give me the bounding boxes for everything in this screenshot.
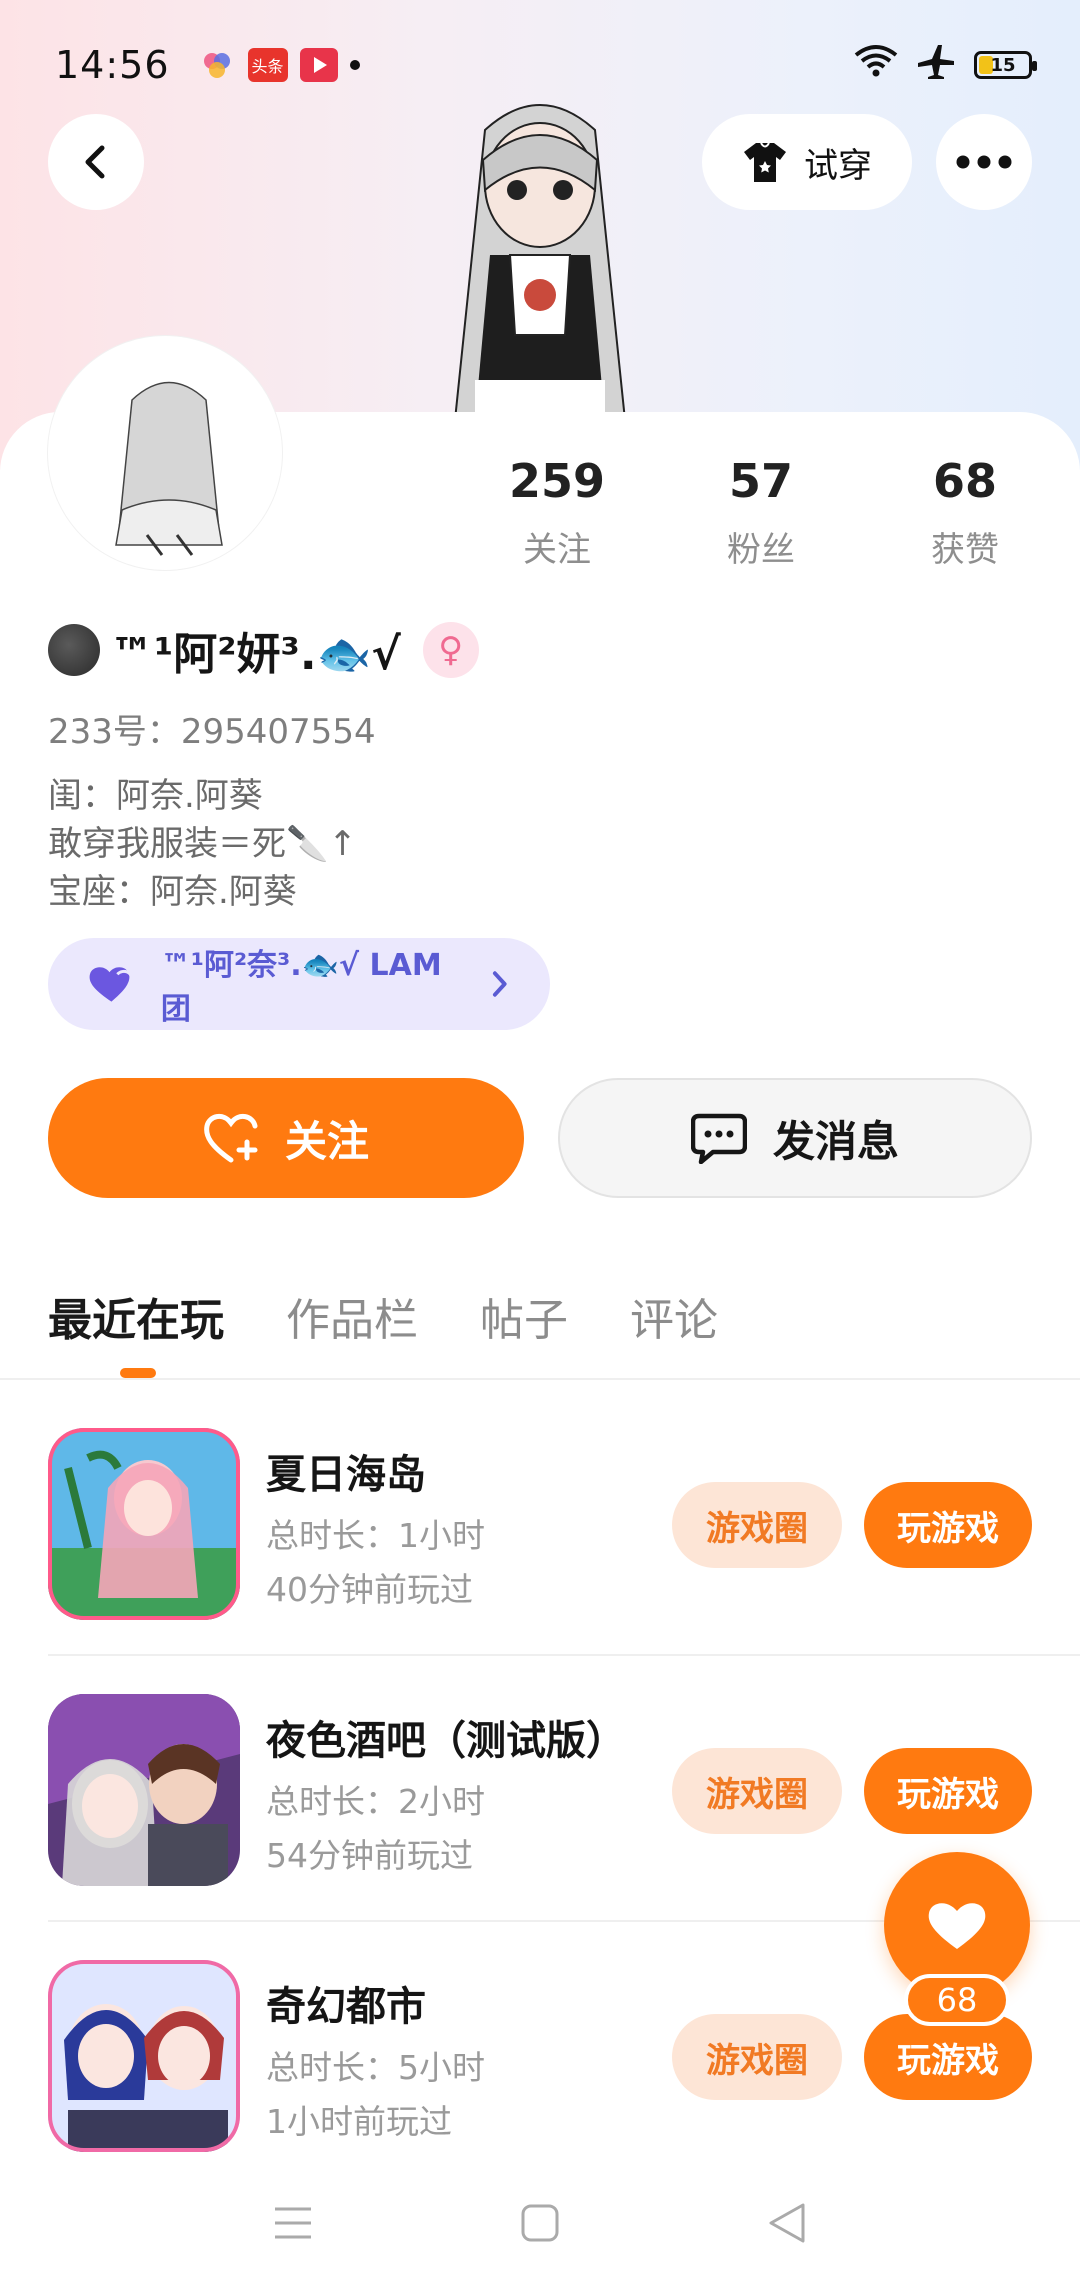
- menu-icon[interactable]: [273, 2205, 313, 2245]
- game-list-item[interactable]: 夏日海岛 总时长：1小时 40分钟前玩过 游戏圈 玩游戏: [48, 1428, 1080, 1624]
- tab-comments[interactable]: 评论: [630, 1284, 718, 1348]
- game-last-played: 54分钟前玩过: [266, 1836, 473, 1875]
- try-on-button[interactable]: 试穿: [702, 114, 912, 210]
- back-triangle-icon[interactable]: [767, 2201, 807, 2249]
- follow-button[interactable]: 关注: [48, 1078, 524, 1198]
- more-options-button[interactable]: [936, 114, 1032, 210]
- game-duration: 总时长：5小时: [266, 2048, 485, 2087]
- team-chip[interactable]: ™¹阿²奈³.🐟√ LAM团: [48, 938, 550, 1030]
- game-duration: 总时长：1小时: [266, 1516, 485, 1555]
- message-label: 发消息: [772, 1116, 899, 1166]
- stat-likes[interactable]: 68 获赞: [890, 454, 1040, 571]
- game-thumbnail[interactable]: [48, 1694, 240, 1886]
- status-time: 14:56: [55, 43, 170, 87]
- purple-heart-icon: [89, 967, 133, 1002]
- game-info: 夜色酒吧（测试版） 总时长：2小时 54分钟前玩过: [266, 1708, 626, 1876]
- game-circle-button[interactable]: 游戏圈: [672, 2014, 842, 2100]
- bio-line: 敢穿我服装＝死🔪↑: [48, 824, 357, 864]
- tab-works[interactable]: 作品栏: [286, 1284, 418, 1348]
- game-title: 奇幻都市: [266, 1984, 426, 2030]
- play-game-button[interactable]: 玩游戏: [864, 2014, 1032, 2100]
- game-info: 夏日海岛 总时长：1小时 40分钟前玩过: [266, 1442, 485, 1610]
- game-duration: 总时长：2小时: [266, 1782, 485, 1821]
- game-last-played: 1小时前玩过: [266, 2102, 452, 2141]
- app-notification-icon: [198, 48, 236, 82]
- home-icon[interactable]: [520, 2203, 560, 2247]
- game-thumbnail[interactable]: [48, 1960, 240, 2152]
- stat-label: 关注: [523, 530, 591, 570]
- game-circle-button[interactable]: 游戏圈: [672, 1482, 842, 1568]
- stat-value: 259: [508, 454, 606, 508]
- notification-icons: 头条: [198, 48, 360, 82]
- play-game-button[interactable]: 玩游戏: [864, 1482, 1032, 1568]
- chat-bubble-icon: [690, 1113, 747, 1164]
- game-last-played: 40分钟前玩过: [266, 1570, 473, 1609]
- follow-label: 关注: [284, 1116, 369, 1166]
- more-dots-icon: [956, 155, 1012, 169]
- stat-followers[interactable]: 57 粉丝: [686, 454, 836, 571]
- system-navigation-bar: [0, 2170, 1080, 2280]
- team-name: ™¹阿²奈³.🐟√ LAM团: [160, 948, 442, 1027]
- username: ™¹阿²妍³.🐟√: [110, 629, 401, 680]
- username-row: ™¹阿²妍³.🐟√ ♀: [48, 620, 479, 680]
- stat-label: 获赞: [931, 530, 999, 570]
- profile-bio: 闺：阿奈.阿葵 敢穿我服装＝死🔪↑ 宝座：阿奈.阿葵: [48, 772, 357, 916]
- shirt-icon: [744, 142, 786, 182]
- list-divider: [48, 1654, 1080, 1656]
- user-id: 233号：295407554: [48, 712, 376, 752]
- battery-indicator: 15: [974, 51, 1037, 79]
- game-circle-button[interactable]: 游戏圈: [672, 1748, 842, 1834]
- stat-value: 57: [728, 454, 793, 508]
- more-notifications-dot: [349, 60, 360, 70]
- stat-label: 粉丝: [727, 530, 795, 570]
- play-game-button[interactable]: 玩游戏: [864, 1748, 1032, 1834]
- wifi-icon: [854, 43, 898, 87]
- tab-posts[interactable]: 帖子: [480, 1284, 568, 1348]
- female-gender-icon: ♀: [422, 622, 479, 678]
- profile-tabs: 最近在玩 作品栏 帖子 评论: [48, 1284, 718, 1348]
- bio-line: 宝座：阿奈.阿葵: [48, 872, 297, 912]
- stat-value: 68: [932, 454, 997, 508]
- like-count-badge: 68: [904, 1974, 1010, 2026]
- airplane-mode-icon: [916, 43, 956, 88]
- bio-line: 闺：阿奈.阿葵: [48, 776, 263, 816]
- hero-character-avatar: [453, 104, 627, 421]
- try-on-label: 试穿: [804, 145, 872, 186]
- back-button[interactable]: [48, 114, 144, 210]
- chevron-right-icon: [493, 971, 508, 997]
- chevron-left-icon: [85, 145, 105, 179]
- heart-plus-icon: [204, 1113, 258, 1163]
- game-thumbnail[interactable]: [48, 1428, 240, 1620]
- tab-recently-played[interactable]: 最近在玩: [48, 1284, 224, 1348]
- game-info: 奇幻都市 总时长：5小时 1小时前玩过: [266, 1974, 485, 2142]
- video-notification-icon: [299, 48, 338, 82]
- moon-face-icon: [48, 624, 100, 676]
- send-message-button[interactable]: 发消息: [558, 1078, 1032, 1198]
- game-title: 夏日海岛: [266, 1452, 426, 1498]
- stat-following[interactable]: 259 关注: [482, 454, 632, 571]
- toutiao-notification-icon: 头条: [247, 48, 288, 82]
- heart-icon: [928, 1903, 986, 1949]
- system-icons: 15: [854, 43, 1037, 88]
- active-tab-indicator: [120, 1368, 156, 1378]
- game-title: 夜色酒吧（测试版）: [266, 1718, 626, 1764]
- tab-divider: [0, 1378, 1080, 1380]
- profile-avatar[interactable]: [48, 336, 282, 570]
